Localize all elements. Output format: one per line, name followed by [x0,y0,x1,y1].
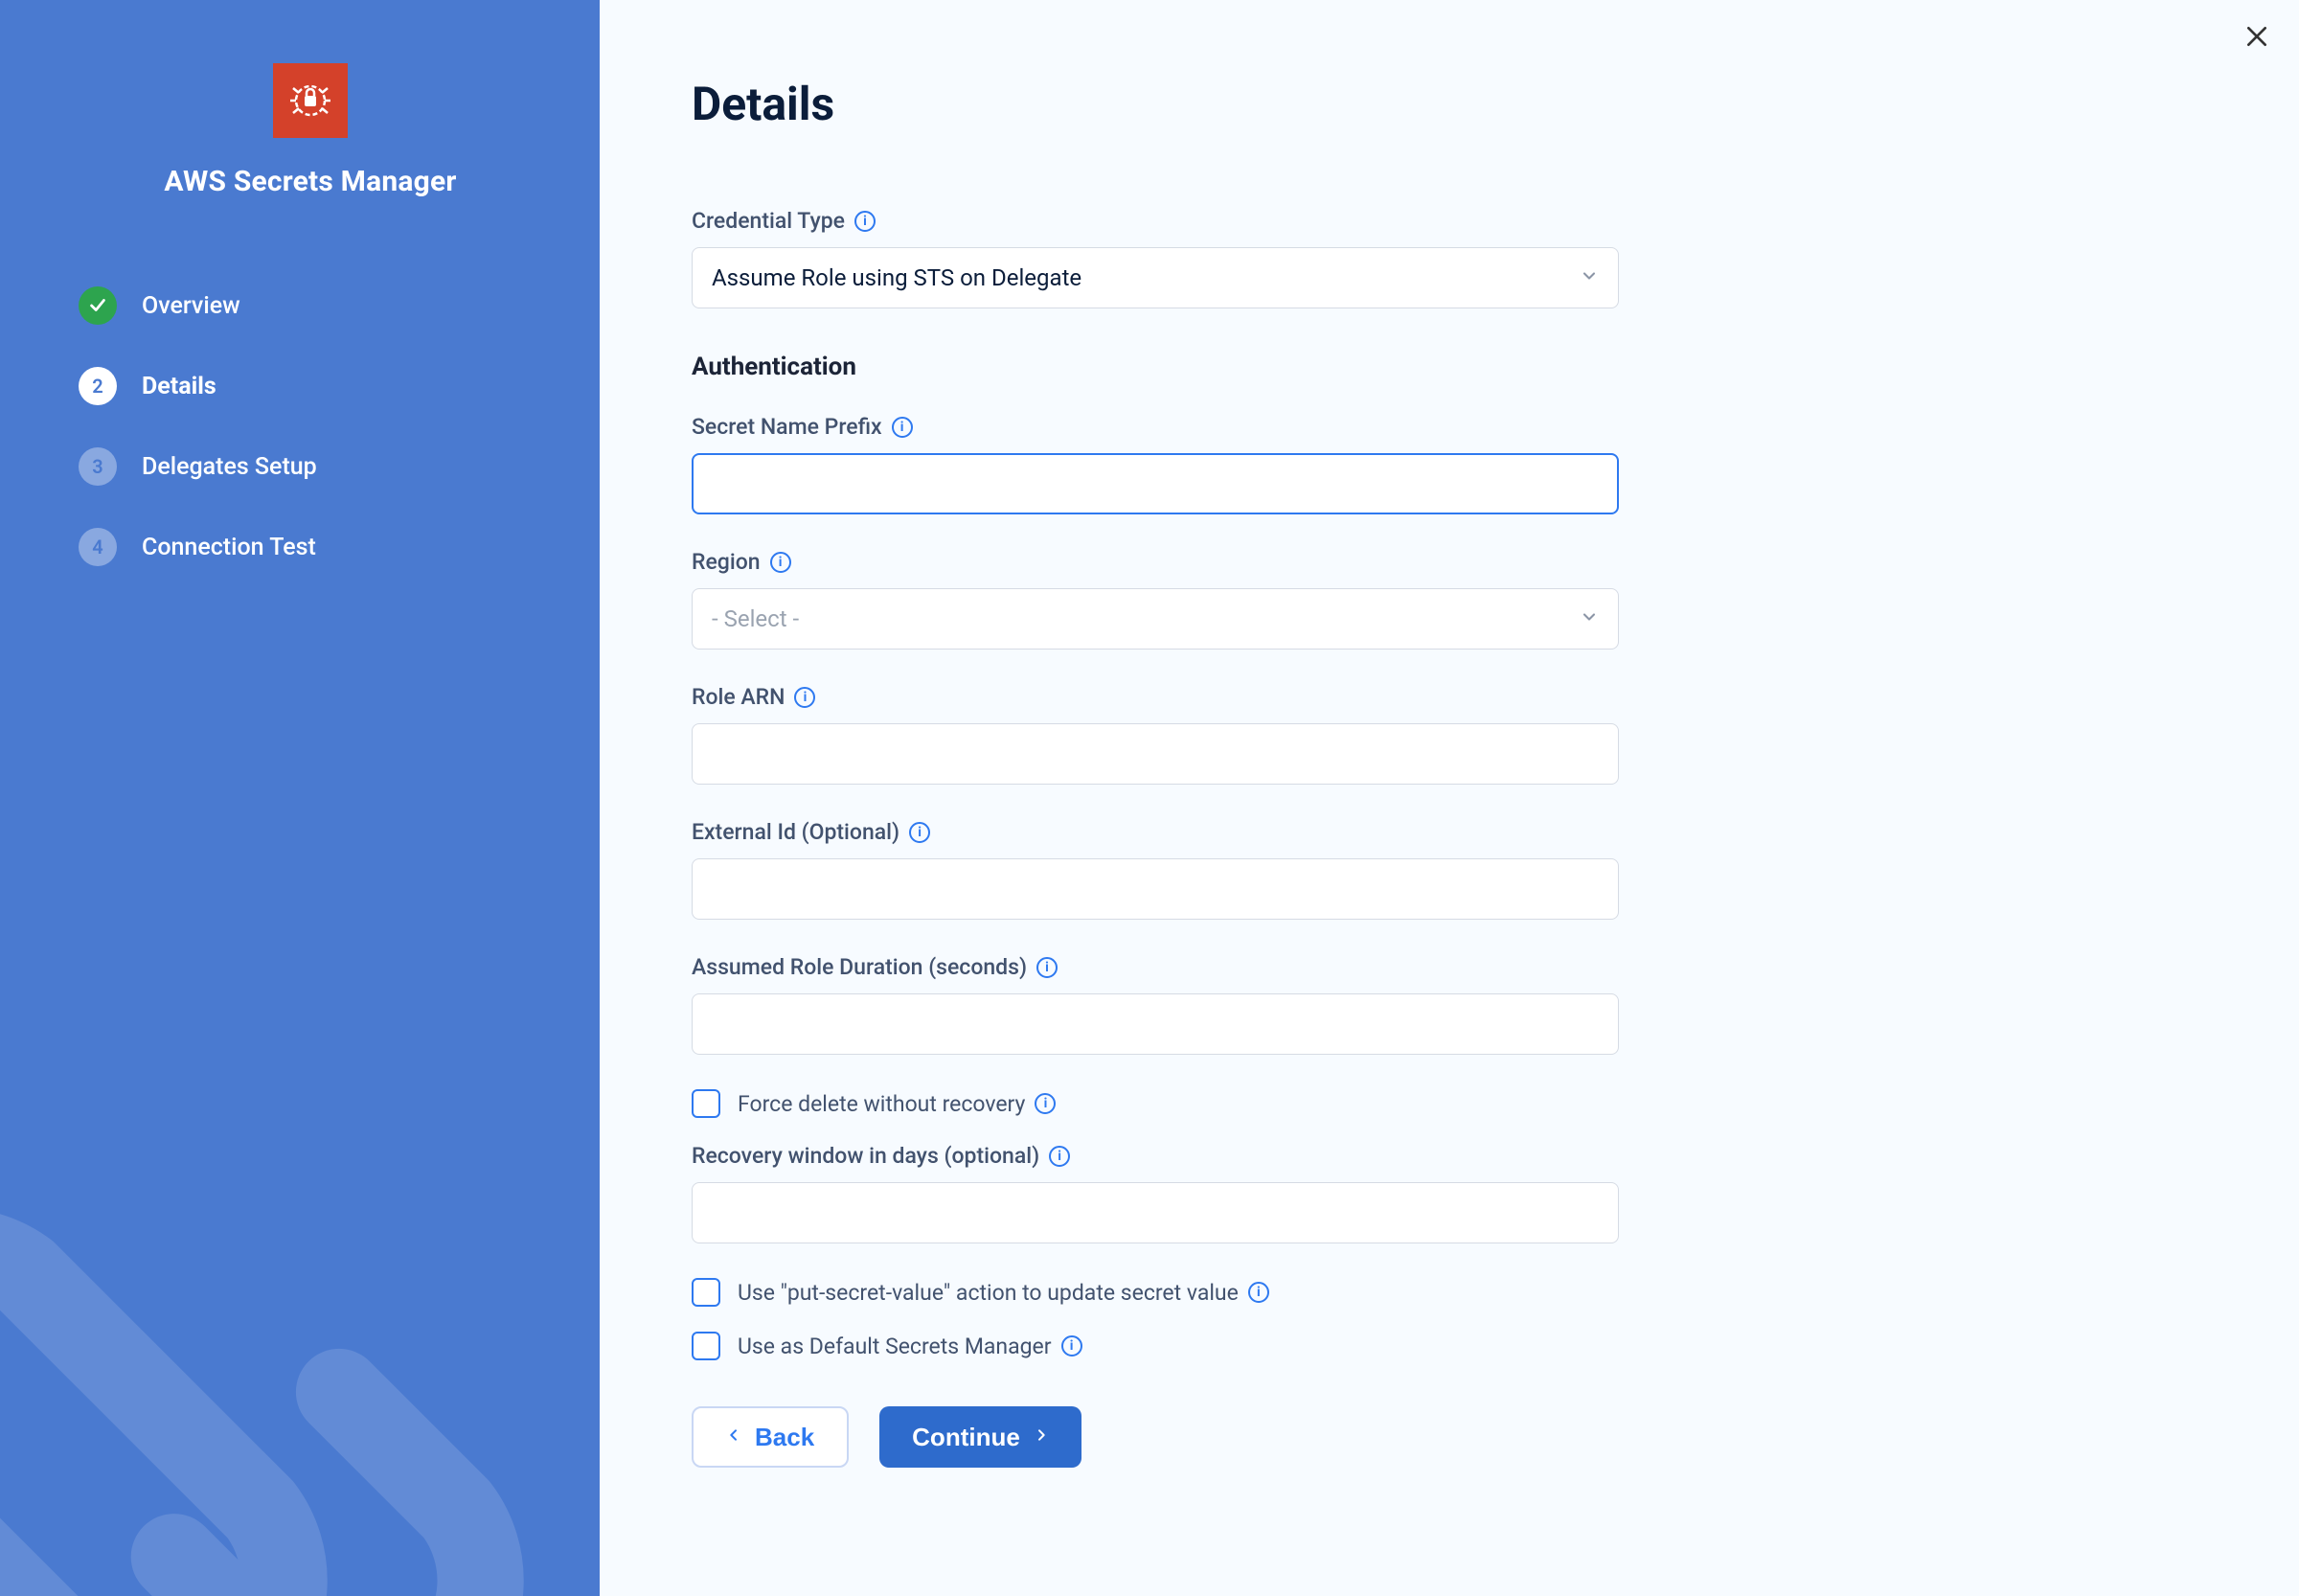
info-icon[interactable]: i [1035,1093,1056,1114]
label-text: Force delete without recovery [738,1091,1025,1117]
step-overview[interactable]: Overview [79,265,542,346]
field-role-arn: Role ARN i [692,684,1619,785]
field-external-id: External Id (Optional) i [692,819,1619,920]
chevron-down-icon [1580,264,1599,291]
button-label: Back [755,1423,814,1452]
info-icon[interactable]: i [1248,1282,1269,1303]
sidebar-bg-decoration [0,1117,575,1596]
select-value: Assume Role using STS on Delegate [712,264,1081,291]
form-buttons: Back Continue [692,1406,1619,1468]
field-label: Credential Type i [692,208,1619,234]
field-label: External Id (Optional) i [692,819,1619,845]
select-placeholder: - Select - [712,605,799,632]
field-assumed-role-duration: Assumed Role Duration (seconds) i [692,954,1619,1055]
step-number-icon: 2 [79,367,117,405]
label-text: Use as Default Secrets Manager [738,1334,1052,1359]
step-details[interactable]: 2 Details [79,346,542,426]
sidebar-title: AWS Secrets Manager [79,165,542,198]
label-text: Role ARN [692,684,785,710]
info-icon[interactable]: i [794,687,815,708]
field-label: Assumed Role Duration (seconds) i [692,954,1619,980]
info-icon[interactable]: i [1036,957,1058,978]
check-icon [79,286,117,325]
field-label: Role ARN i [692,684,1619,710]
info-icon[interactable]: i [1061,1335,1082,1357]
details-form: Credential Type i Assume Role using STS … [692,208,1619,1468]
info-icon[interactable]: i [770,552,791,573]
field-recovery-window: Recovery window in days (optional) i [692,1143,1619,1243]
field-label: Recovery window in days (optional) i [692,1143,1619,1169]
assumed-role-duration-input[interactable] [692,993,1619,1055]
step-label: Details [142,373,216,400]
info-icon[interactable]: i [909,822,930,843]
sidebar-header: AWS Secrets Manager [79,63,542,198]
role-arn-input[interactable] [692,723,1619,785]
authentication-heading: Authentication [692,353,1619,381]
field-label: Secret Name Prefix i [692,414,1619,440]
label-text: Region [692,549,761,575]
default-secrets-manager-checkbox[interactable] [692,1332,720,1360]
field-credential-type: Credential Type i Assume Role using STS … [692,208,1619,308]
close-icon [2244,24,2269,49]
label-text: Secret Name Prefix [692,414,882,440]
continue-button[interactable]: Continue [879,1406,1081,1468]
checkbox-force-delete: Force delete without recovery i [692,1089,1619,1118]
checkbox-label: Use "put-secret-value" action to update … [738,1280,1269,1306]
app-root: AWS Secrets Manager Overview 2 Details 3… [0,0,2299,1596]
chevron-down-icon [1580,605,1599,632]
field-region: Region i - Select - [692,549,1619,650]
chevron-left-icon [726,1426,741,1448]
checkbox-label: Force delete without recovery i [738,1091,1056,1117]
label-text: Recovery window in days (optional) [692,1143,1039,1169]
checkbox-put-secret-value: Use "put-secret-value" action to update … [692,1278,1619,1307]
back-button[interactable]: Back [692,1406,849,1468]
step-label: Overview [142,292,240,320]
step-number-icon: 3 [79,447,117,486]
label-text: External Id (Optional) [692,819,899,845]
label-text: Credential Type [692,208,845,234]
recovery-window-input[interactable] [692,1182,1619,1243]
label-text: Assumed Role Duration (seconds) [692,954,1027,980]
step-delegates-setup[interactable]: 3 Delegates Setup [79,426,542,507]
page-title: Details [692,77,2207,131]
bug-lock-icon [286,77,334,125]
button-label: Continue [912,1423,1020,1452]
main-panel: Details Credential Type i Assume Role us… [600,0,2299,1596]
wizard-steps: Overview 2 Details 3 Delegates Setup 4 C… [79,265,542,587]
external-id-input[interactable] [692,858,1619,920]
force-delete-checkbox[interactable] [692,1089,720,1118]
info-icon[interactable]: i [892,417,913,438]
checkbox-label: Use as Default Secrets Manager i [738,1334,1082,1359]
chevron-right-icon [1034,1426,1049,1448]
credential-type-select[interactable]: Assume Role using STS on Delegate [692,247,1619,308]
step-label: Delegates Setup [142,453,317,481]
label-text: Use "put-secret-value" action to update … [738,1280,1239,1306]
checkbox-default-secrets-manager: Use as Default Secrets Manager i [692,1332,1619,1360]
step-label: Connection Test [142,534,316,561]
info-icon[interactable]: i [854,211,876,232]
put-secret-value-checkbox[interactable] [692,1278,720,1307]
field-label: Region i [692,549,1619,575]
info-icon[interactable]: i [1049,1146,1070,1167]
step-number-icon: 4 [79,528,117,566]
step-connection-test[interactable]: 4 Connection Test [79,507,542,587]
aws-secrets-manager-logo [273,63,348,138]
region-select[interactable]: - Select - [692,588,1619,650]
sidebar: AWS Secrets Manager Overview 2 Details 3… [0,0,600,1596]
close-button[interactable] [2238,17,2276,56]
secret-name-prefix-input[interactable] [692,453,1619,514]
field-secret-name-prefix: Secret Name Prefix i [692,414,1619,514]
